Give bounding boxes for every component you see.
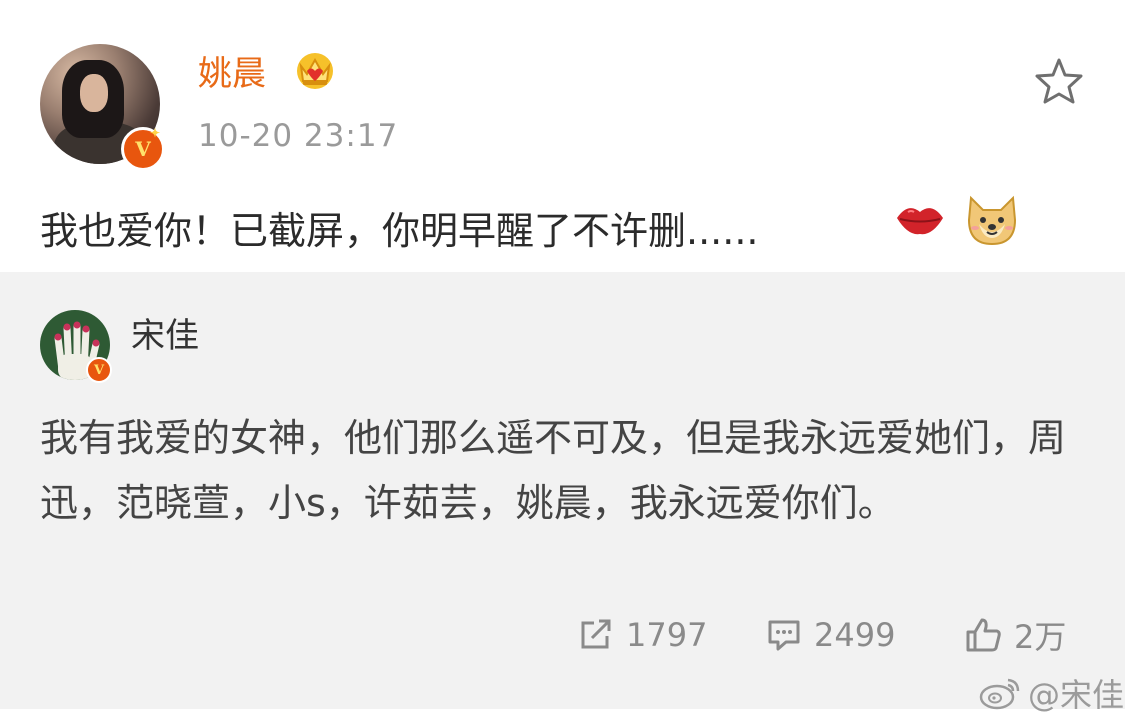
thumbs-up-icon <box>966 618 1001 652</box>
repost-text: 我有我爱的女神，他们那么遥不可及，但是我永远爱她们，周迅，范晓萱，小s，许茹芸，… <box>40 416 1067 525</box>
star-icon[interactable] <box>1034 57 1084 105</box>
weibo-watermark: @宋佳 <box>978 670 1124 716</box>
like-count: 2万 <box>1014 618 1067 656</box>
post-timestamp: 10-20 23:17 <box>198 118 399 154</box>
verified-badge-icon: V <box>86 357 112 383</box>
repost-count: 1797 <box>626 616 708 654</box>
verified-badge-icon: V ✦ <box>121 126 165 171</box>
repost-count-button[interactable]: 1797 <box>578 615 707 655</box>
comment-icon <box>768 620 800 651</box>
doge-emoji-icon <box>967 195 1017 246</box>
original-post: V ✦ 姚晨 10-20 23:17 我也爱你！已截屏，你明早醒了不许删.....… <box>0 0 1125 272</box>
comment-count-button[interactable]: 2499 <box>766 615 895 655</box>
like-count-button[interactable]: 2万 <box>964 615 1067 656</box>
reposted-content[interactable]: V 宋佳 我有我爱的女神，他们那么遥不可及，但是我永远爱她们，周迅，范晓萱，小s… <box>0 272 1125 714</box>
watermark-text: @宋佳 <box>1028 676 1125 714</box>
repost-stats: 1797 2499 2万 <box>0 615 1125 656</box>
post-text: 我也爱你！已截屏，你明早醒了不许删...... <box>40 209 759 253</box>
share-icon <box>581 619 611 649</box>
avatar-figure-face <box>80 74 108 112</box>
comment-count: 2499 <box>814 616 896 654</box>
weibo-logo-icon <box>979 678 1020 710</box>
lips-emoji-icon <box>897 208 943 235</box>
author-name[interactable]: 姚晨 <box>198 46 266 95</box>
sparkle-icon: ✦ <box>149 126 160 140</box>
crown-icon <box>297 53 333 89</box>
repost-author-name[interactable]: 宋佳 <box>131 308 199 357</box>
